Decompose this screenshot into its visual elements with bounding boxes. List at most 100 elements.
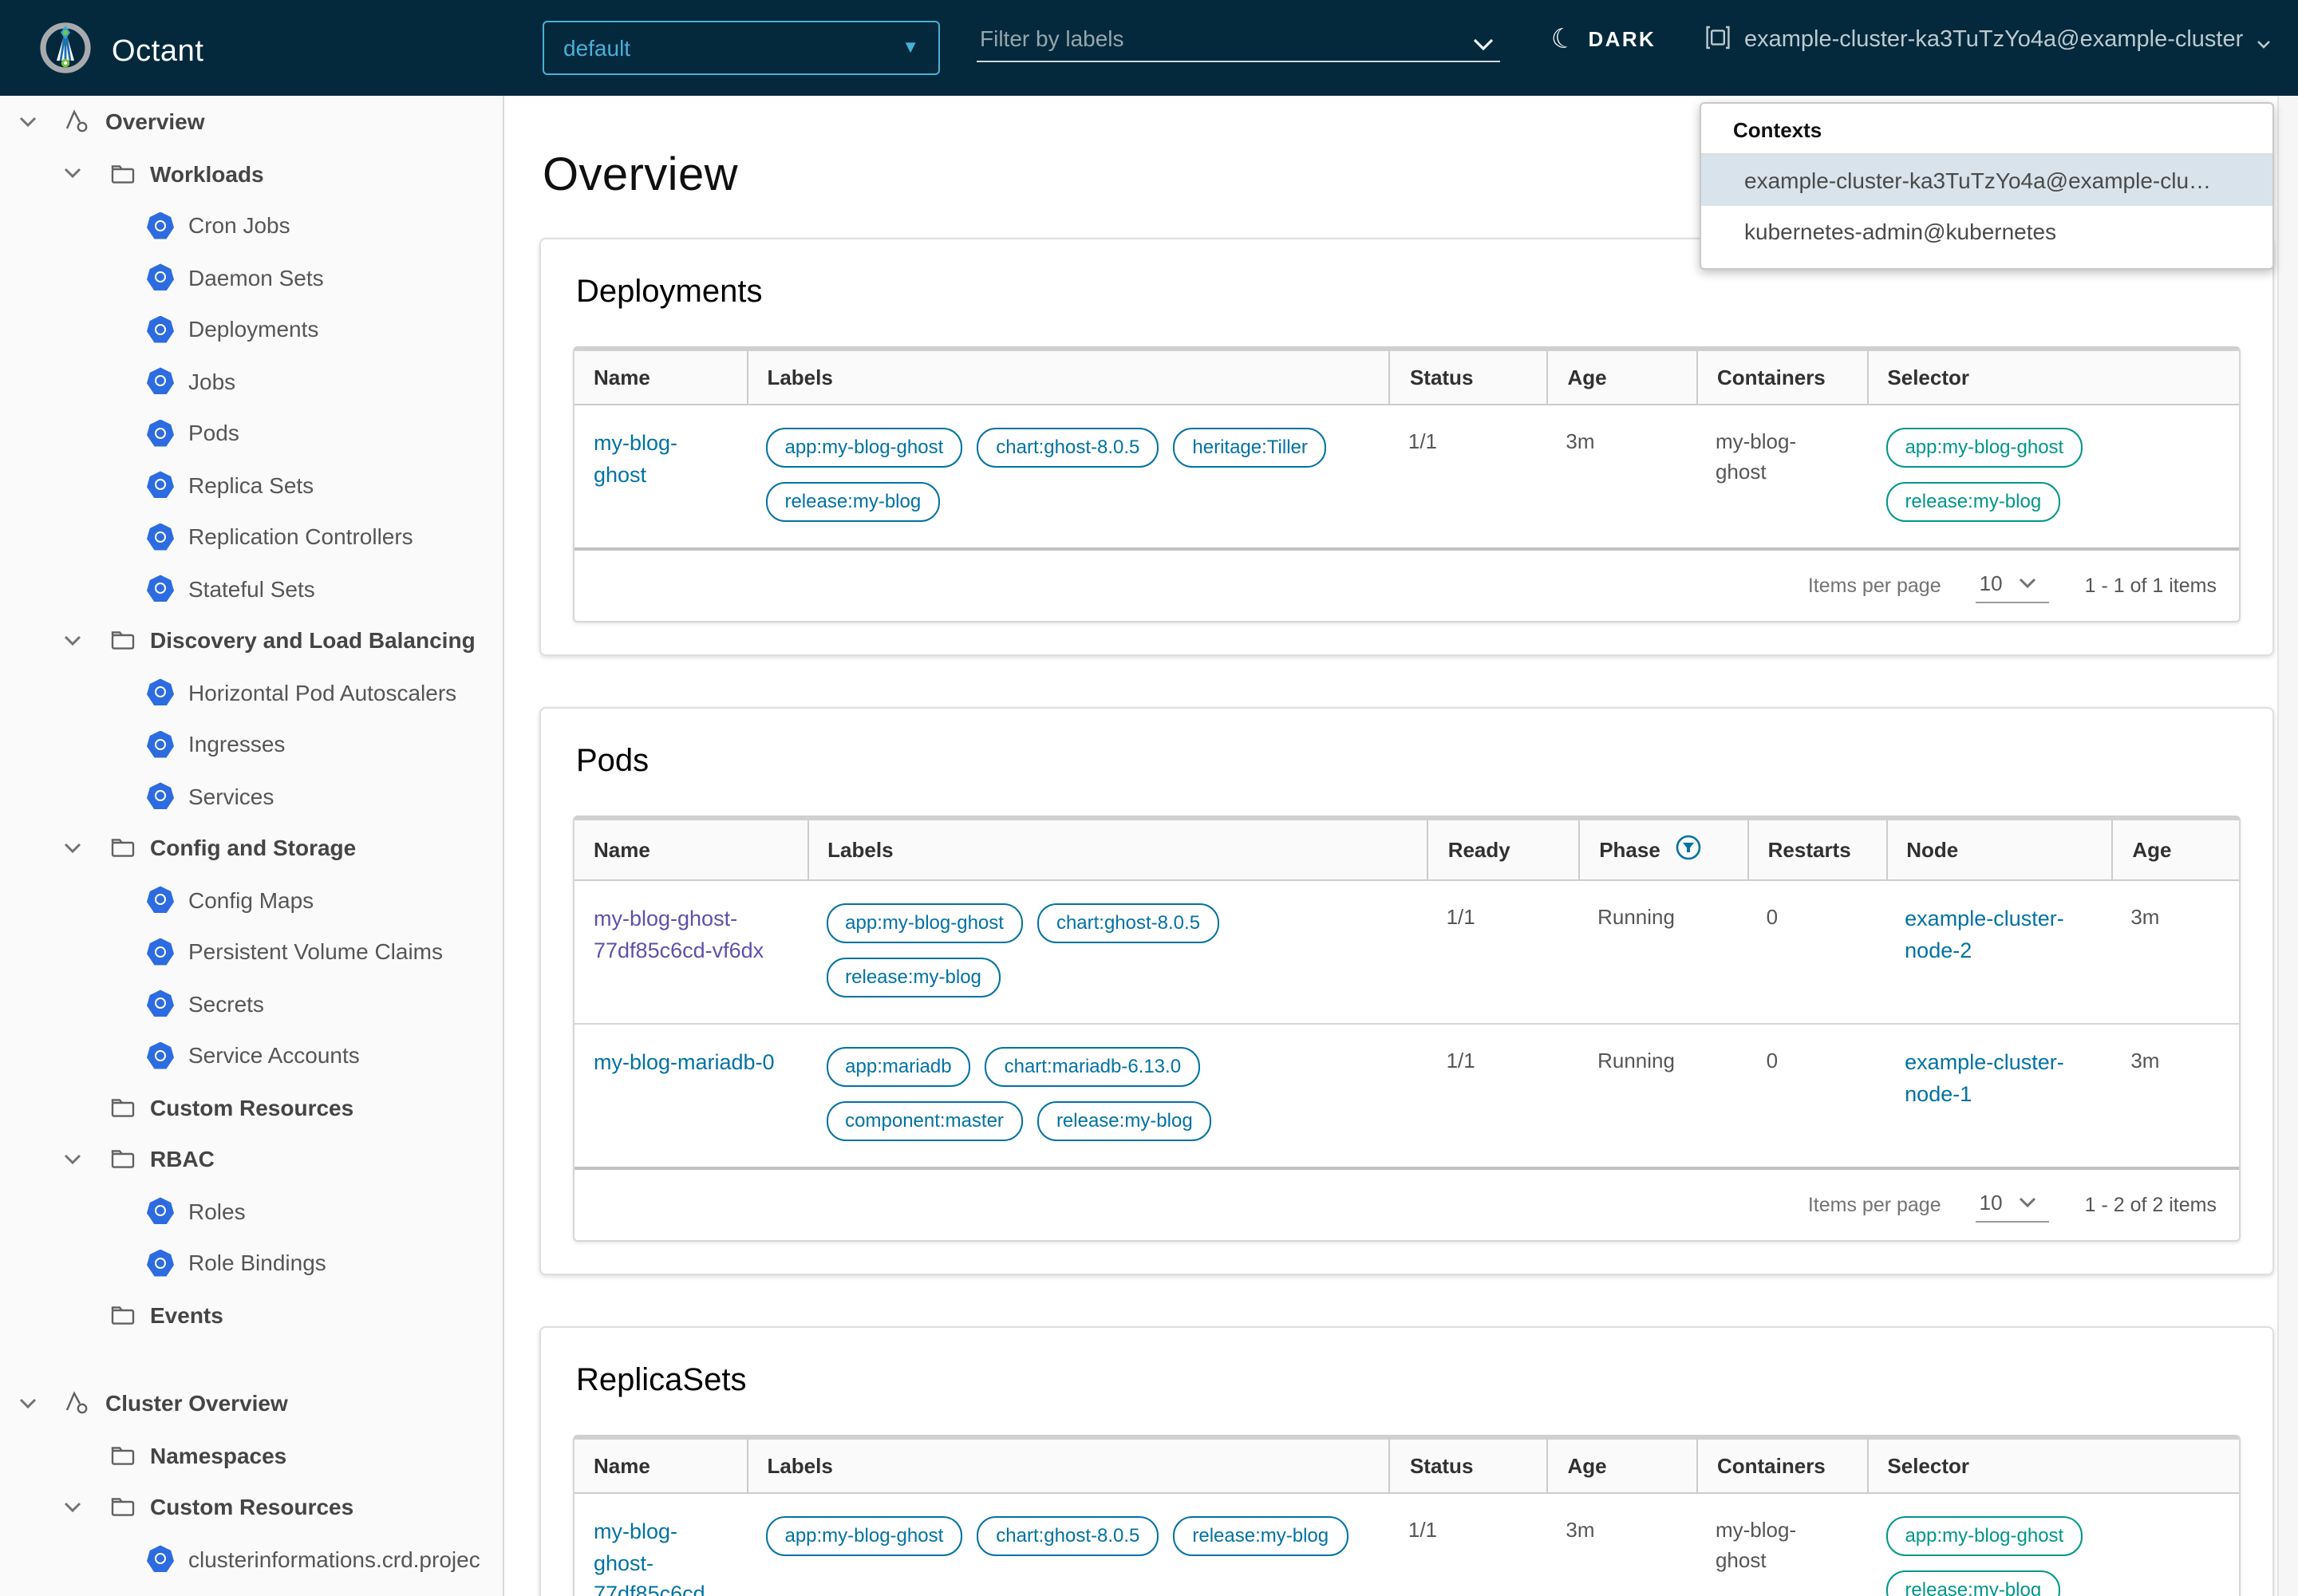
filter-icon[interactable] — [1676, 835, 1702, 865]
sidebar-item-namespaces[interactable]: Namespaces — [0, 1429, 503, 1481]
sidebar-item-replica-sets[interactable]: Replica Sets — [0, 459, 503, 511]
sidebar-item-label: Role Bindings — [188, 1250, 326, 1276]
sidebar-item-replication-controllers[interactable]: Replication Controllers — [0, 511, 503, 563]
chevron-down-icon[interactable] — [61, 168, 83, 180]
cell-ready: 1/1 — [1427, 881, 1579, 959]
table-row: my-blog-ghost app:my-blog-ghost chart:ghos… — [574, 405, 2239, 547]
chevron-down-icon[interactable] — [61, 1154, 83, 1165]
page-scrollbar[interactable] — [2277, 96, 2298, 1596]
serviceaccounts-icon — [147, 1042, 174, 1069]
sidebar-item-service-accounts[interactable]: Service Accounts — [0, 1029, 503, 1081]
services-icon — [147, 783, 174, 810]
label-tag[interactable]: release:my-blog — [1037, 1101, 1212, 1141]
sidebar-item-role-bindings[interactable]: Role Bindings — [0, 1237, 503, 1289]
sidebar-item-rbac[interactable]: RBAC — [0, 1133, 503, 1185]
sidebar-item-clusterinformations-crd-projec[interactable]: clusterinformations.crd.projec — [0, 1533, 503, 1585]
column-header-selector: Selector — [1866, 1440, 2239, 1492]
sidebar-item-stateful-sets[interactable]: Stateful Sets — [0, 563, 503, 614]
cell-containers: my-blog-ghost — [1696, 405, 1866, 513]
sidebar-item-discovery-and-load-balancing[interactable]: Discovery and Load Balancing — [0, 614, 503, 666]
sidebar-item-cron-jobs[interactable]: Cron Jobs — [0, 200, 503, 251]
chevron-down-icon[interactable] — [1473, 30, 1494, 59]
context-option-kubernetes-admin-kubernetes[interactable]: kubernetes-admin@kubernetes — [1701, 206, 2272, 257]
chevron-down-icon[interactable] — [61, 635, 83, 646]
namespace-value: default — [563, 35, 630, 61]
chevron-down-icon[interactable] — [61, 1502, 83, 1513]
column-header-label: Labels — [767, 365, 832, 389]
context-selector-button[interactable]: example-cluster-ka3TuTzYo4a@example-clus… — [1704, 24, 2270, 56]
card-title: ReplicaSets — [576, 1363, 2241, 1400]
cell-node: example-cluster-node-2 — [1885, 881, 2111, 992]
main-content: Overview DeploymentsNameLabelsStatusAgeC… — [504, 96, 2298, 1596]
namespace-select[interactable]: default ▼ — [543, 21, 940, 75]
sidebar-item-config-and-storage[interactable]: Config and Storage — [0, 822, 503, 874]
sidebar-item-csidrivers-csi-storage-k8s-io[interactable]: csidrivers.csi.storage.k8s.io — [0, 1585, 503, 1596]
sidebar-item-deployments[interactable]: Deployments — [0, 303, 503, 355]
label-tag[interactable]: app:mariadb — [826, 1047, 970, 1087]
label-tag[interactable]: release:my-blog — [826, 958, 1001, 998]
sidebar-item-config-maps[interactable]: Config Maps — [0, 874, 503, 926]
sidebar-item-horizontal-pod-autoscalers[interactable]: Horizontal Pod Autoscalers — [0, 666, 503, 718]
label-tag[interactable]: release:my-blog — [765, 482, 940, 522]
selector-tag[interactable]: release:my-blog — [1885, 482, 2060, 522]
column-header-label: Restarts — [1768, 838, 1851, 862]
sidebar-item-jobs[interactable]: Jobs — [0, 355, 503, 407]
badge-glyph — [155, 583, 166, 595]
folder-icon — [109, 160, 136, 188]
sidebar-item-custom-resources[interactable]: Custom Resources — [0, 1481, 503, 1533]
items-per-page-select[interactable]: 10 — [1976, 1187, 2050, 1223]
sidebar-item-overview[interactable]: Overview — [0, 96, 503, 148]
label-tag[interactable]: chart:ghost-8.0.5 — [977, 428, 1159, 468]
sidebar-item-daemon-sets[interactable]: Daemon Sets — [0, 251, 503, 303]
sidebar-item-roles[interactable]: Roles — [0, 1185, 503, 1237]
cell-name: my-blog-ghost-77df85c6cd-vf6dx — [574, 881, 807, 992]
sidebar-item-pods[interactable]: Pods — [0, 407, 503, 459]
sidebar-item-label: Discovery and Load Balancing — [150, 628, 476, 654]
label-tag[interactable]: chart:ghost-8.0.5 — [977, 1516, 1159, 1556]
sidebar-item-ingresses[interactable]: Ingresses — [0, 718, 503, 770]
context-option-example-cluster-ka3tutzyo4a-example-clu[interactable]: example-cluster-ka3TuTzYo4a@example-clu… — [1701, 155, 2272, 206]
sidebar-item-cluster-overview[interactable]: Cluster Overview — [0, 1377, 503, 1429]
sidebar-item-secrets[interactable]: Secrets — [0, 978, 503, 1029]
sidebar-item-workloads[interactable]: Workloads — [0, 148, 503, 200]
label-filter-input[interactable] — [977, 21, 1500, 62]
sidebar-item-custom-resources[interactable]: Custom Resources — [0, 1081, 503, 1133]
cronjobs-icon — [147, 212, 174, 239]
selector-tag[interactable]: app:my-blog-ghost — [1885, 428, 2083, 468]
label-tag[interactable]: app:my-blog-ghost — [765, 1516, 962, 1556]
label-tag[interactable]: chart:ghost-8.0.5 — [1037, 903, 1219, 943]
items-per-page-label: Items per page — [1808, 1194, 1941, 1216]
sidebar-item-label: Deployments — [188, 317, 318, 342]
sidebar-item-services[interactable]: Services — [0, 770, 503, 822]
cell-text: 1/1 — [1408, 1518, 1437, 1542]
resource-link[interactable]: my-blog-mariadb-0 — [594, 1047, 775, 1078]
select-underline — [1976, 1221, 2050, 1223]
items-per-page-select[interactable]: 10 — [1976, 568, 2050, 603]
resource-link[interactable]: my-blog-ghost — [594, 428, 717, 490]
cell-name: my-blog-mariadb-0 — [574, 1025, 807, 1104]
tag-list: app:my-blog-ghost chart:ghost-8.0.5 herita… — [765, 428, 1360, 522]
sidebar-item-events[interactable]: Events — [0, 1289, 503, 1341]
label-tag[interactable]: release:my-blog — [1173, 1516, 1348, 1556]
label-tag[interactable]: app:my-blog-ghost — [826, 903, 1023, 943]
theme-toggle-button[interactable]: ☾ DARK — [1551, 26, 1656, 53]
selector-tag[interactable]: app:my-blog-ghost — [1885, 1516, 2083, 1556]
chevron-down-icon[interactable] — [61, 843, 83, 854]
label-tag[interactable]: heritage:Tiller — [1173, 428, 1327, 468]
cell-phase: Running — [1578, 881, 1747, 959]
resource-link[interactable]: my-blog-ghost-77df85c6cd-vf6dx — [594, 903, 778, 966]
chevron-down-icon[interactable] — [16, 117, 38, 128]
sidebar-item-persistent-volume-claims[interactable]: Persistent Volume Claims — [0, 926, 503, 978]
column-header-age: Age — [1546, 1440, 1696, 1492]
label-tag[interactable]: app:my-blog-ghost — [765, 428, 962, 468]
cell-text: my-blog-ghost — [1716, 429, 1796, 484]
resource-link[interactable]: my-blog-ghost-77df85c6cd — [594, 1516, 717, 1596]
label-tag[interactable]: component:master — [826, 1101, 1023, 1141]
cards-container: DeploymentsNameLabelsStatusAgeContainers… — [539, 238, 2274, 1596]
node-link[interactable]: example-cluster-node-1 — [1905, 1047, 2083, 1109]
label-tag[interactable]: chart:mariadb-6.13.0 — [985, 1047, 1200, 1087]
selector-tag[interactable]: release:my-blog — [1885, 1570, 2060, 1596]
column-header-label: Status — [1410, 365, 1473, 389]
node-link[interactable]: example-cluster-node-2 — [1905, 903, 2083, 966]
chevron-down-icon[interactable] — [16, 1398, 38, 1409]
